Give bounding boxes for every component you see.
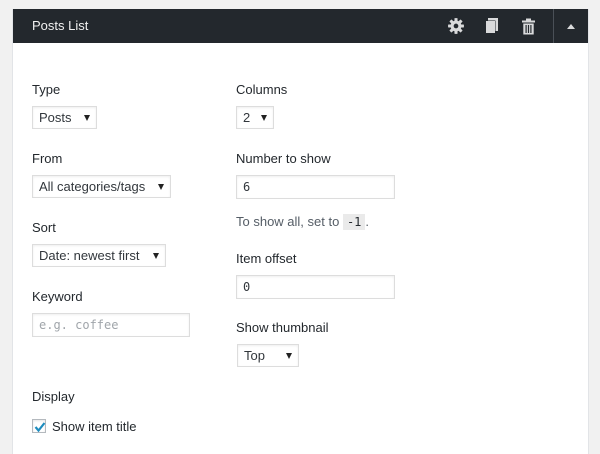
help-text-suffix: . (365, 214, 370, 229)
delete-button[interactable] (513, 9, 543, 43)
type-select-value: Posts (39, 110, 72, 125)
keyword-input[interactable] (32, 313, 190, 337)
item-offset-label: Item offset (236, 251, 297, 266)
duplicate-button[interactable] (477, 9, 507, 43)
collapse-toggle[interactable] (556, 9, 586, 43)
posts-list-widget-panel: Posts List Type Posts From All categorie… (12, 9, 589, 454)
number-to-show-input[interactable] (236, 175, 395, 199)
type-select[interactable]: Posts (32, 106, 97, 129)
show-thumbnail-select[interactable]: Top (237, 344, 299, 367)
columns-select-value: 2 (243, 110, 251, 125)
show-item-title-checkbox[interactable] (32, 419, 46, 433)
copy-icon (485, 18, 498, 34)
display-label: Display (32, 389, 75, 404)
help-text-prefix: To show all, set to (236, 214, 340, 229)
from-select[interactable]: All categories/tags (32, 175, 171, 198)
sort-label: Sort (32, 220, 56, 235)
show-item-title-label: Show item title (52, 419, 137, 434)
help-code-value: -1 (342, 214, 366, 230)
item-offset-input[interactable] (236, 275, 395, 299)
from-select-value: All categories/tags (39, 179, 146, 194)
checkmark-icon (34, 422, 46, 433)
type-label: Type (32, 82, 61, 97)
header-divider (553, 9, 554, 43)
show-thumbnail-label: Show thumbnail (236, 320, 329, 335)
gear-icon (448, 18, 464, 34)
sort-select-value: Date: newest first (39, 248, 140, 263)
trash-icon (521, 18, 535, 34)
chevron-down-icon (158, 184, 164, 190)
number-to-show-label: Number to show (236, 151, 331, 166)
chevron-down-icon (153, 253, 159, 259)
columns-label: Columns (236, 82, 288, 97)
chevron-down-icon (261, 115, 267, 121)
settings-button[interactable] (441, 9, 471, 43)
triangle-up-icon (567, 23, 575, 29)
from-label: From (32, 151, 63, 166)
chevron-down-icon (84, 115, 90, 121)
sort-select[interactable]: Date: newest first (32, 244, 166, 267)
widget-title: Posts List (32, 18, 89, 33)
widget-header: Posts List (13, 9, 588, 43)
number-to-show-help: To show all, set to -1. (236, 214, 370, 230)
columns-select[interactable]: 2 (236, 106, 274, 129)
chevron-down-icon (286, 353, 292, 359)
show-thumbnail-select-value: Top (244, 348, 265, 363)
keyword-label: Keyword (32, 289, 83, 304)
